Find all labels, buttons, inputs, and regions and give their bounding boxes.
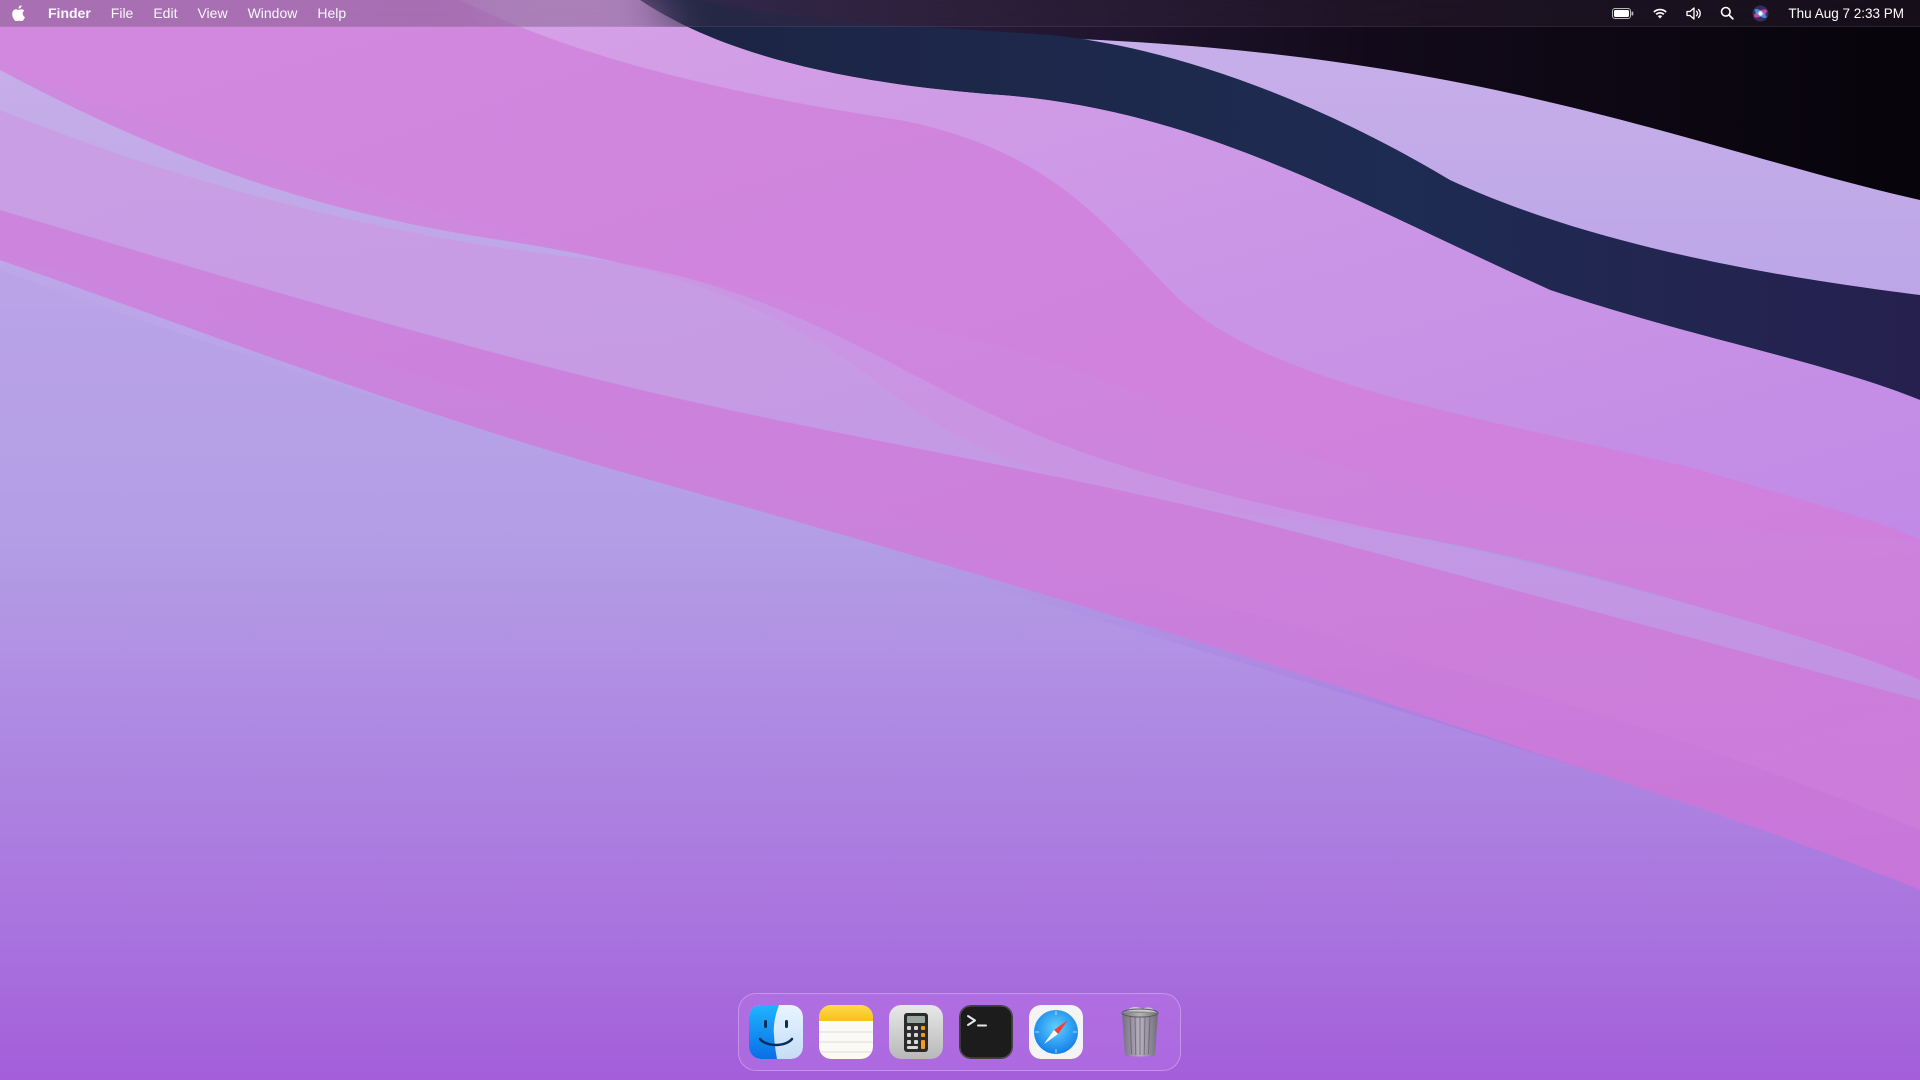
terminal-icon[interactable]	[959, 1005, 1013, 1059]
volume-icon[interactable]	[1686, 0, 1702, 26]
spotlight-search-icon[interactable]	[1720, 0, 1735, 26]
menu-bar: Finder File Edit View Window Help Thu Au…	[0, 0, 1920, 27]
calculator-icon[interactable]	[889, 1005, 943, 1059]
menu-clock[interactable]: Thu Aug 7 2:33 PM	[1788, 6, 1904, 21]
menu-window[interactable]: Window	[238, 0, 308, 26]
menu-app-name[interactable]: Finder	[38, 0, 101, 26]
dock-separator	[1101, 1008, 1102, 1058]
finder-icon[interactable]	[749, 1005, 803, 1059]
menu-bar-right: Thu Aug 7 2:33 PM	[1603, 0, 1920, 26]
dock	[738, 993, 1181, 1071]
menu-bar-left: Finder File Edit View Window Help	[0, 0, 356, 26]
notes-icon[interactable]	[819, 1005, 873, 1059]
menu-file[interactable]: File	[101, 0, 144, 26]
wallpaper	[0, 0, 1920, 1080]
menu-view[interactable]: View	[187, 0, 237, 26]
menu-help[interactable]: Help	[307, 0, 356, 26]
battery-icon[interactable]	[1612, 0, 1634, 26]
safari-icon[interactable]	[1029, 1005, 1083, 1059]
siri-icon[interactable]	[1752, 0, 1769, 26]
wifi-icon[interactable]	[1652, 0, 1668, 26]
apple-logo-icon[interactable]	[12, 5, 26, 22]
desktop[interactable]: Finder File Edit View Window Help Thu Au…	[0, 0, 1920, 1080]
trash-icon[interactable]	[1113, 1005, 1167, 1059]
menu-edit[interactable]: Edit	[143, 0, 187, 26]
